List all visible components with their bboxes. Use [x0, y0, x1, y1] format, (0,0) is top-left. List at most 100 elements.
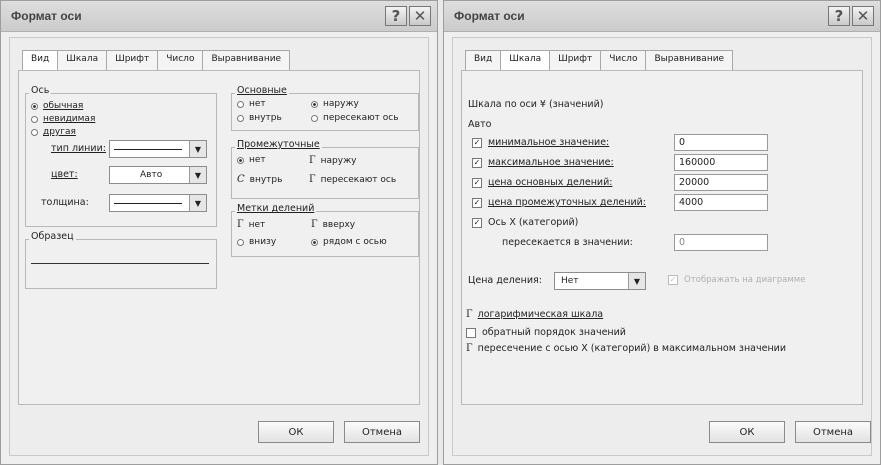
auto-major-unit-checkbox[interactable]: ✓ цена основных делений: [472, 177, 612, 188]
check-icon: ✓ [472, 157, 482, 168]
tab-scale[interactable]: Шкала [57, 50, 108, 70]
tab-alignment[interactable]: Выравнивание [202, 50, 291, 70]
radio-dot [237, 238, 244, 246]
major-ticks-title: Основные [235, 85, 289, 96]
radio-major-none[interactable]: нет [237, 99, 266, 109]
line-style-preview [114, 149, 182, 150]
line-weight-preview [114, 203, 182, 204]
radio-labels-none[interactable]: Гнет [237, 219, 265, 230]
weight-label: толщина: [41, 197, 89, 208]
close-icon: ✕ [413, 7, 427, 25]
display-units-value: Нет [561, 276, 579, 286]
radio-labels-low[interactable]: внизу [237, 237, 276, 247]
close-button[interactable]: ✕ [409, 6, 431, 26]
tab-view[interactable]: Вид [22, 50, 59, 70]
radio-glyph: Г [237, 219, 244, 230]
radio-dot [311, 238, 318, 246]
auto-max-checkbox[interactable]: ✓ максимальное значение: [472, 157, 614, 168]
title-bar: Формат оси ? ✕ [444, 1, 880, 32]
checkbox-glyph: Г [466, 343, 473, 354]
tab-panel-scale: Шкала по оси ¥ (значений) Авто ✓ минималь… [461, 70, 863, 405]
close-button[interactable]: ✕ [852, 6, 874, 26]
tab-strip: Вид Шкала Шрифт Число Выравнивание [465, 50, 734, 70]
radio-dot [237, 100, 244, 108]
line-type-select[interactable]: ▼ [109, 140, 207, 158]
dialog-title: Формат оси [11, 9, 82, 23]
checkbox-glyph: Г [466, 309, 473, 320]
check-icon: ✓ [472, 137, 482, 148]
radio-minor-in[interactable]: Свнутрь [237, 174, 282, 185]
tab-number[interactable]: Число [600, 50, 647, 70]
tab-scale[interactable]: Шкала [500, 50, 551, 70]
radio-minor-out[interactable]: Гнаружу [309, 155, 357, 166]
display-units-label: Цена деления: [468, 275, 542, 286]
check-icon: ✓ [472, 217, 482, 228]
radio-major-in[interactable]: внутрь [237, 113, 282, 123]
dialog-body: Вид Шкала Шрифт Число Выравнивание Шкала… [452, 37, 872, 456]
auto-label: Авто [468, 119, 492, 130]
help-button[interactable]: ? [828, 6, 850, 26]
cross-value-input[interactable]: 0 [674, 234, 768, 251]
tab-panel-view: Ось обычная невидимая другая тип линии: … [18, 70, 420, 405]
display-units-select[interactable]: Нет ▼ [554, 272, 646, 290]
cross-at-max-checkbox[interactable]: Гпересечение с осью Х (категорий) в макс… [466, 343, 786, 354]
radio-axis-custom[interactable]: другая [31, 127, 76, 137]
chevron-down-icon: ▼ [628, 273, 645, 289]
format-axis-dialog-view: Формат оси ? ✕ Вид Шкала Шрифт Число Выр… [0, 0, 438, 465]
tab-number[interactable]: Число [157, 50, 204, 70]
check-icon: ✓ [472, 197, 482, 208]
auto-cross-checkbox[interactable]: ✓ Ось Х (категорий) [472, 217, 578, 228]
radio-dot [31, 102, 38, 110]
line-type-label: тип линии: [51, 143, 106, 154]
auto-minor-unit-checkbox[interactable]: ✓ цена промежуточных делений: [472, 197, 646, 208]
tab-font[interactable]: Шрифт [549, 50, 602, 70]
cancel-button[interactable]: Отмена [795, 421, 871, 443]
dialog-body: Вид Шкала Шрифт Число Выравнивание Ось о… [9, 37, 429, 456]
format-axis-dialog-scale: Формат оси ? ✕ Вид Шкала Шрифт Число Выр… [443, 0, 881, 465]
cancel-button[interactable]: Отмена [344, 421, 420, 443]
log-scale-checkbox[interactable]: Глогарифмическая шкала [466, 309, 603, 320]
weight-select[interactable]: ▼ [109, 194, 207, 212]
radio-glyph: Г [309, 174, 316, 185]
dialog-title: Формат оси [454, 9, 525, 23]
radio-major-cross[interactable]: пересекают ось [311, 113, 399, 123]
max-value-input[interactable]: 160000 [674, 154, 768, 171]
tab-view[interactable]: Вид [465, 50, 502, 70]
radio-glyph: Г [309, 155, 316, 166]
ok-button[interactable]: ОК [709, 421, 785, 443]
radio-minor-cross[interactable]: Гпересекают ось [309, 174, 396, 185]
tab-font[interactable]: Шрифт [106, 50, 159, 70]
min-value-input[interactable]: 0 [674, 134, 768, 151]
reverse-order-checkbox[interactable]: обратный порядок значений [466, 327, 626, 338]
help-icon: ? [834, 7, 844, 25]
minor-ticks-title: Промежуточные [235, 139, 322, 150]
radio-axis-normal[interactable]: обычная [31, 101, 83, 111]
major-unit-input[interactable]: 20000 [674, 174, 768, 191]
close-icon: ✕ [856, 7, 870, 25]
radio-glyph: С [237, 174, 245, 185]
tab-alignment[interactable]: Выравнивание [645, 50, 734, 70]
radio-minor-none[interactable]: нет [237, 155, 266, 165]
color-select[interactable]: Авто ▼ [109, 166, 207, 184]
radio-labels-high[interactable]: Гвверху [311, 219, 355, 230]
radio-dot [311, 114, 318, 122]
radio-glyph: Г [311, 219, 318, 230]
ok-button[interactable]: ОК [258, 421, 334, 443]
radio-dot [31, 128, 38, 136]
radio-major-out[interactable]: наружу [311, 99, 359, 109]
radio-labels-next-to-axis[interactable]: рядом с осью [311, 237, 387, 247]
chevron-down-icon: ▼ [189, 141, 206, 157]
color-value: Авто [140, 170, 163, 180]
sample-group [25, 239, 217, 289]
auto-min-checkbox[interactable]: ✓ минимальное значение: [472, 137, 609, 148]
tick-labels-group [231, 211, 419, 257]
minor-unit-input[interactable]: 4000 [674, 194, 768, 211]
check-icon: ✓ [472, 177, 482, 188]
cross-value-label: пересекается в значении: [502, 237, 633, 248]
show-units-label-checkbox[interactable]: ✓ Отображать на диаграмме [668, 275, 805, 285]
sample-line [31, 263, 209, 264]
help-button[interactable]: ? [385, 6, 407, 26]
radio-axis-invisible[interactable]: невидимая [31, 114, 95, 124]
chevron-down-icon: ▼ [189, 167, 206, 183]
radio-dot [31, 115, 38, 123]
